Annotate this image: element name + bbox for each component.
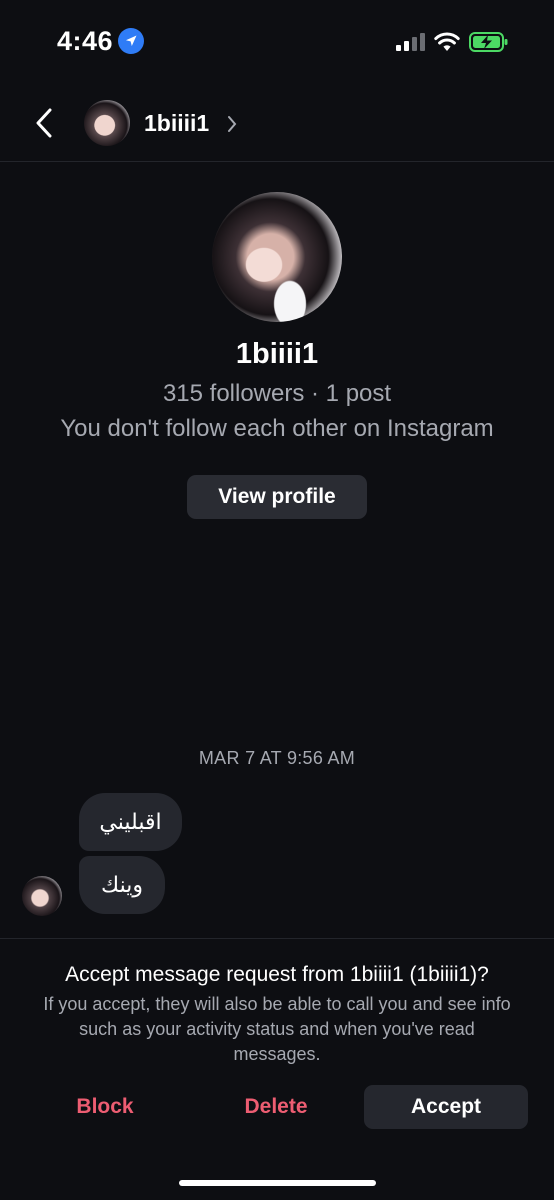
delete-button[interactable]: Delete xyxy=(210,1085,342,1129)
battery-charging-icon xyxy=(469,31,509,53)
chevron-right-icon[interactable] xyxy=(227,115,237,133)
location-arrow-icon xyxy=(118,28,144,54)
wifi-icon xyxy=(434,30,460,52)
message-bubble[interactable]: وينك xyxy=(79,856,165,914)
sender-avatar[interactable] xyxy=(22,876,62,916)
cellular-signal-icon xyxy=(396,33,426,51)
view-profile-button[interactable]: View profile xyxy=(187,475,367,519)
header-username[interactable]: 1biiii1 xyxy=(144,110,209,137)
status-time: 4:46 xyxy=(57,26,114,56)
header-avatar[interactable] xyxy=(84,100,130,146)
profile-avatar[interactable] xyxy=(212,192,342,322)
message-bubble[interactable]: اقبليني xyxy=(79,793,182,851)
accept-button[interactable]: Accept xyxy=(364,1085,528,1129)
home-indicator[interactable] xyxy=(179,1180,376,1186)
status-bar: 4:46 xyxy=(0,0,554,84)
direct-message-screen: 4:46 1biiii1 1biiii1 315 followers · 1 p… xyxy=(0,0,554,1200)
request-description: If you accept, they will also be able to… xyxy=(43,994,511,1064)
profile-name: 1biiii1 xyxy=(235,338,319,370)
request-title: Accept message request from 1biiii1 (1bi… xyxy=(65,963,489,986)
message-request-panel: Accept message request from 1biiii1 (1bi… xyxy=(0,938,554,1200)
block-button[interactable]: Block xyxy=(40,1085,170,1129)
chevron-left-icon[interactable] xyxy=(32,106,56,140)
profile-relation: You don't follow each other on Instagram xyxy=(60,415,494,442)
message-timestamp: MAR 7 AT 9:56 AM xyxy=(198,748,356,768)
conversation-header: 1biiii1 xyxy=(0,84,554,162)
profile-stats: 315 followers · 1 post xyxy=(162,380,392,407)
